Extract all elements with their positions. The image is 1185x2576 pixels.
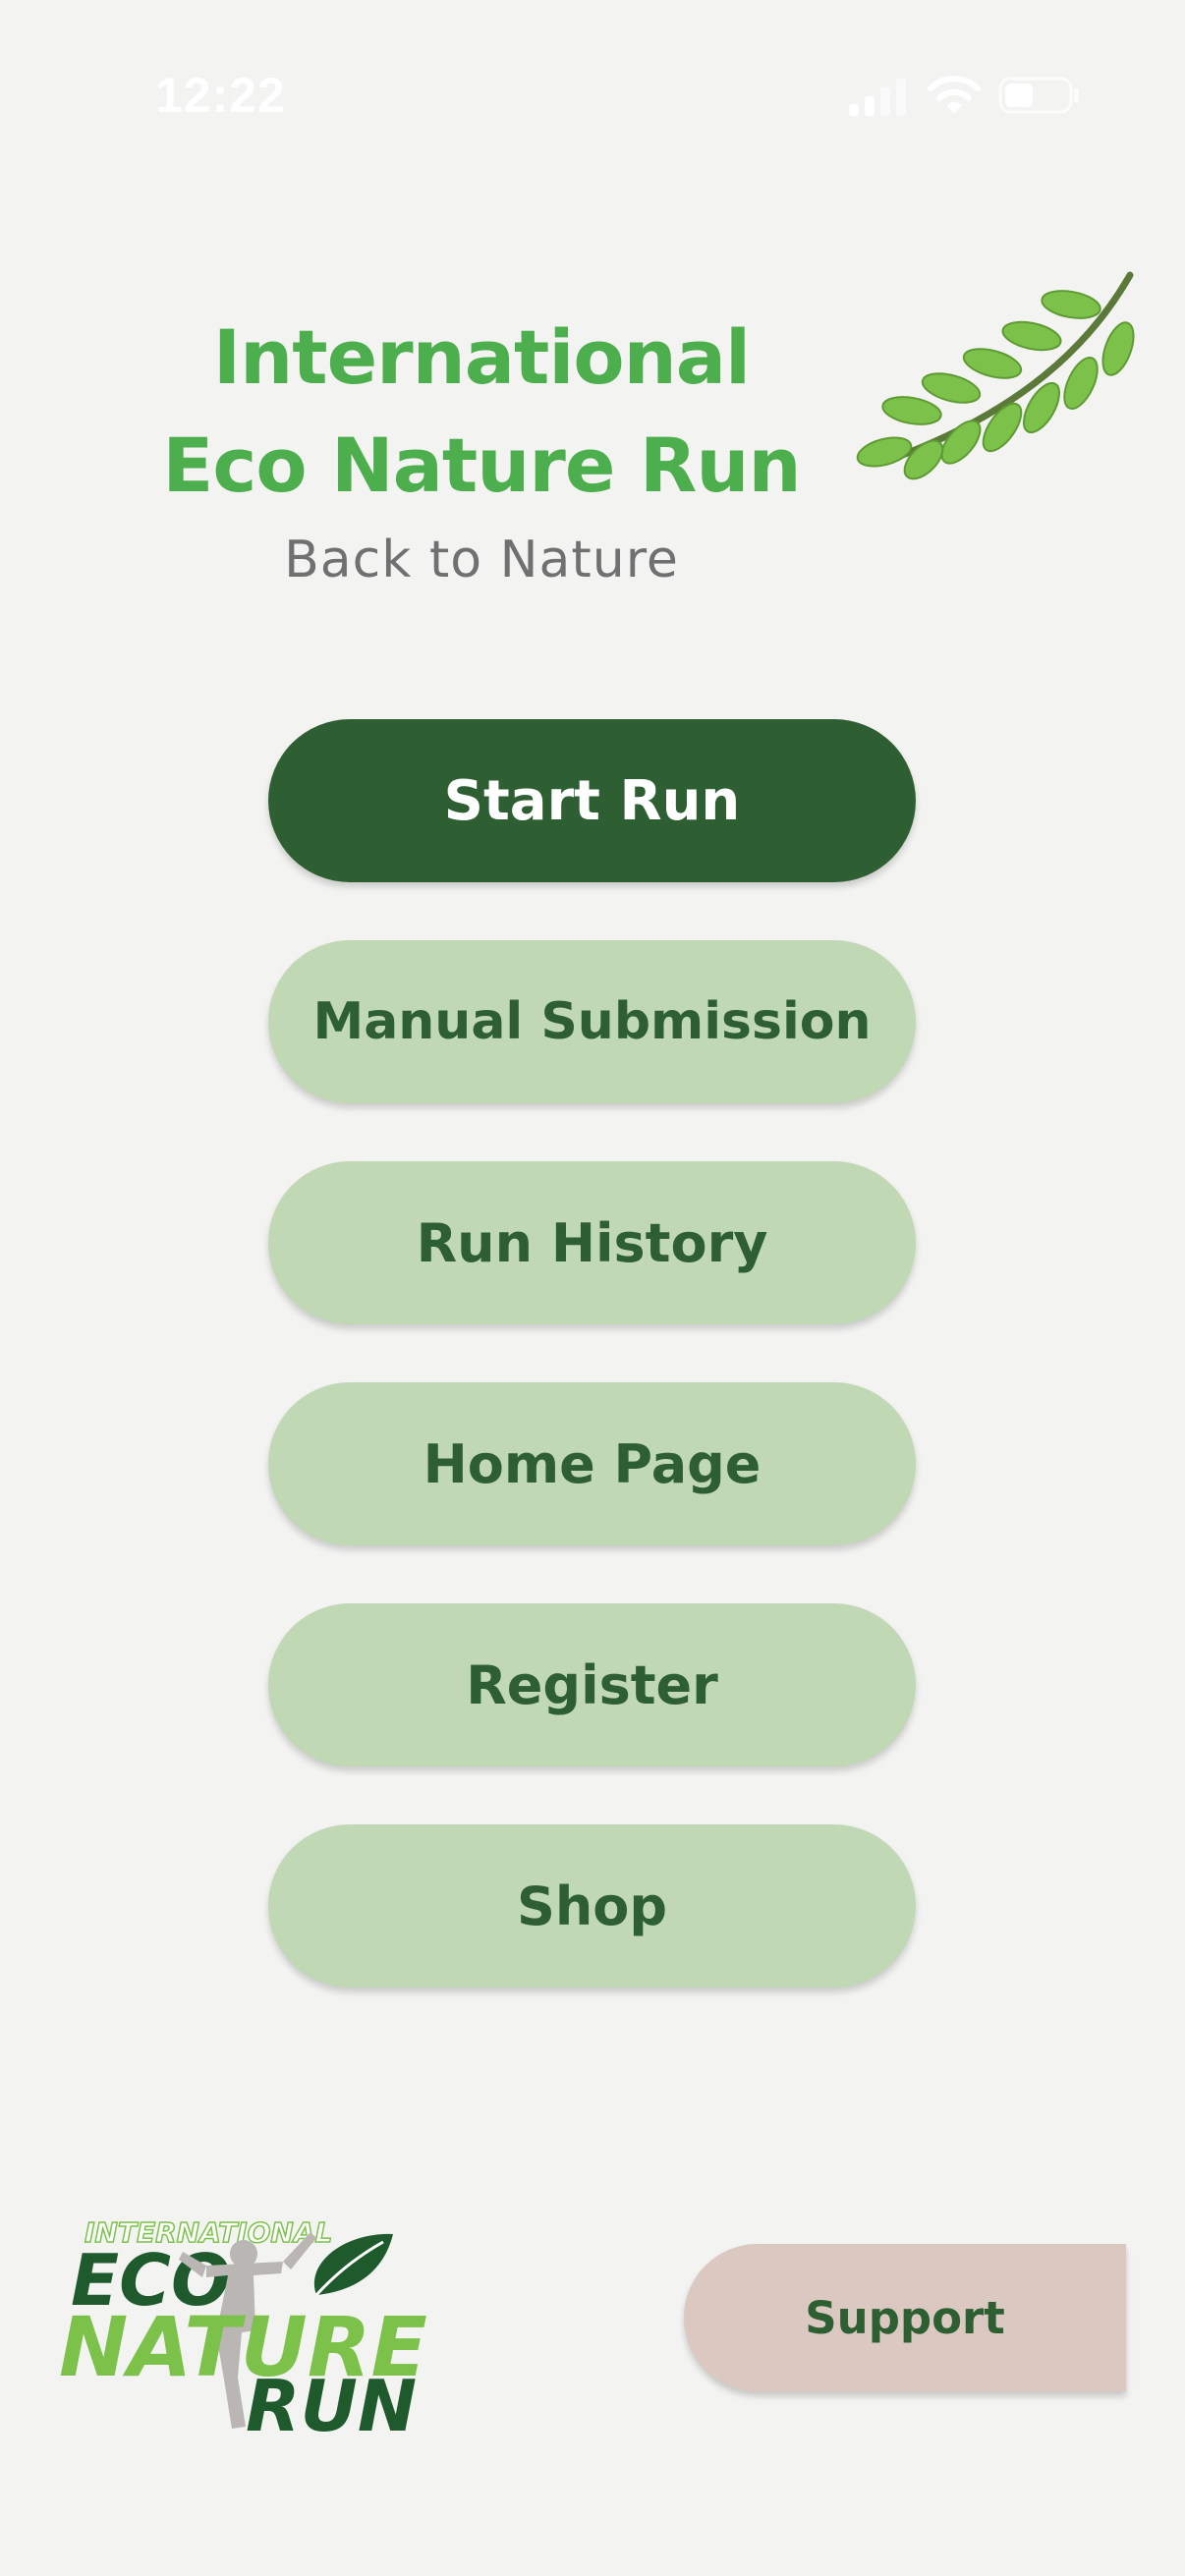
logo-text-run: RUN: [246, 2365, 417, 2433]
signal-icon: [849, 79, 906, 116]
app-screen: 12:22 International Eco Nature Run Back …: [0, 0, 1185, 2576]
register-button[interactable]: Register: [268, 1603, 916, 1766]
shop-button[interactable]: Shop: [268, 1824, 916, 1988]
leaf-branch-icon: [856, 271, 1135, 480]
app-subtitle: Back to Nature: [284, 531, 679, 589]
manual-submission-button[interactable]: Manual Submission: [268, 940, 916, 1103]
wifi-icon: [928, 76, 981, 114]
app-title-line2: Eco Nature Run: [162, 421, 801, 509]
status-time: 12:22: [155, 68, 286, 123]
home-page-button[interactable]: Home Page: [268, 1382, 916, 1545]
app-title-line1: International: [212, 313, 751, 401]
battery-icon: [998, 77, 1079, 114]
start-run-button[interactable]: Start Run: [268, 719, 916, 882]
eco-nature-run-logo: INTERNATIONAL ECO NATURE RUN: [59, 2215, 427, 2433]
support-button[interactable]: Support: [684, 2244, 1126, 2391]
run-history-button[interactable]: Run History: [268, 1161, 916, 1324]
